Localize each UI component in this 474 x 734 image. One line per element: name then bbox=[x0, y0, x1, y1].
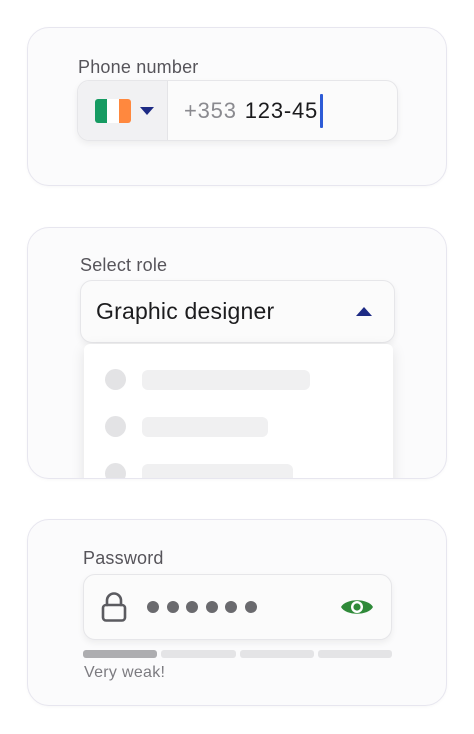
strength-segment bbox=[317, 650, 392, 658]
option-placeholder bbox=[142, 463, 293, 478]
radio-placeholder-icon bbox=[105, 369, 126, 390]
select-role-card: Select role Graphic designer bbox=[27, 227, 447, 479]
phone-number-card: Phone number +353 123-45 bbox=[27, 27, 447, 186]
role-dropdown-menu bbox=[84, 344, 393, 478]
role-option[interactable] bbox=[105, 369, 310, 390]
strength-segment bbox=[161, 650, 236, 658]
role-option[interactable] bbox=[105, 463, 293, 478]
password-strength-meter bbox=[83, 650, 392, 658]
radio-placeholder-icon bbox=[105, 463, 126, 478]
password-dot bbox=[186, 601, 198, 613]
caret-up-icon bbox=[356, 307, 372, 316]
password-dot bbox=[244, 601, 257, 613]
password-card: Password Very weak! bbox=[27, 519, 447, 706]
phone-number-field: +353 123-45 bbox=[77, 80, 398, 141]
strength-segment bbox=[83, 650, 158, 658]
role-selected-value: Graphic designer bbox=[96, 298, 275, 324]
phone-number-value: 123-45 bbox=[244, 97, 319, 123]
option-placeholder bbox=[142, 416, 268, 437]
phone-prefix: +353 bbox=[184, 97, 237, 123]
strength-segment bbox=[239, 650, 314, 658]
password-input[interactable] bbox=[83, 574, 392, 640]
ireland-flag-icon bbox=[95, 98, 131, 123]
phone-number-label: Phone number bbox=[78, 57, 199, 77]
role-select[interactable]: Graphic designer bbox=[80, 280, 395, 343]
password-dot bbox=[225, 601, 237, 613]
caret-down-icon bbox=[140, 106, 154, 115]
password-masked-value bbox=[147, 601, 339, 613]
role-option[interactable] bbox=[105, 416, 268, 437]
option-placeholder bbox=[142, 369, 310, 390]
show-password-eye-icon[interactable] bbox=[339, 594, 375, 620]
lock-icon bbox=[101, 592, 127, 622]
radio-placeholder-icon bbox=[105, 416, 126, 437]
country-code-dropdown[interactable] bbox=[78, 81, 168, 140]
password-dot bbox=[147, 601, 159, 613]
select-role-label: Select role bbox=[80, 255, 168, 275]
password-dot bbox=[166, 601, 179, 613]
phone-number-input[interactable]: +353 123-45 bbox=[168, 81, 397, 140]
password-dot bbox=[205, 601, 218, 613]
password-strength-text: Very weak! bbox=[84, 664, 166, 681]
text-cursor bbox=[320, 93, 324, 128]
password-label: Password bbox=[83, 548, 164, 568]
